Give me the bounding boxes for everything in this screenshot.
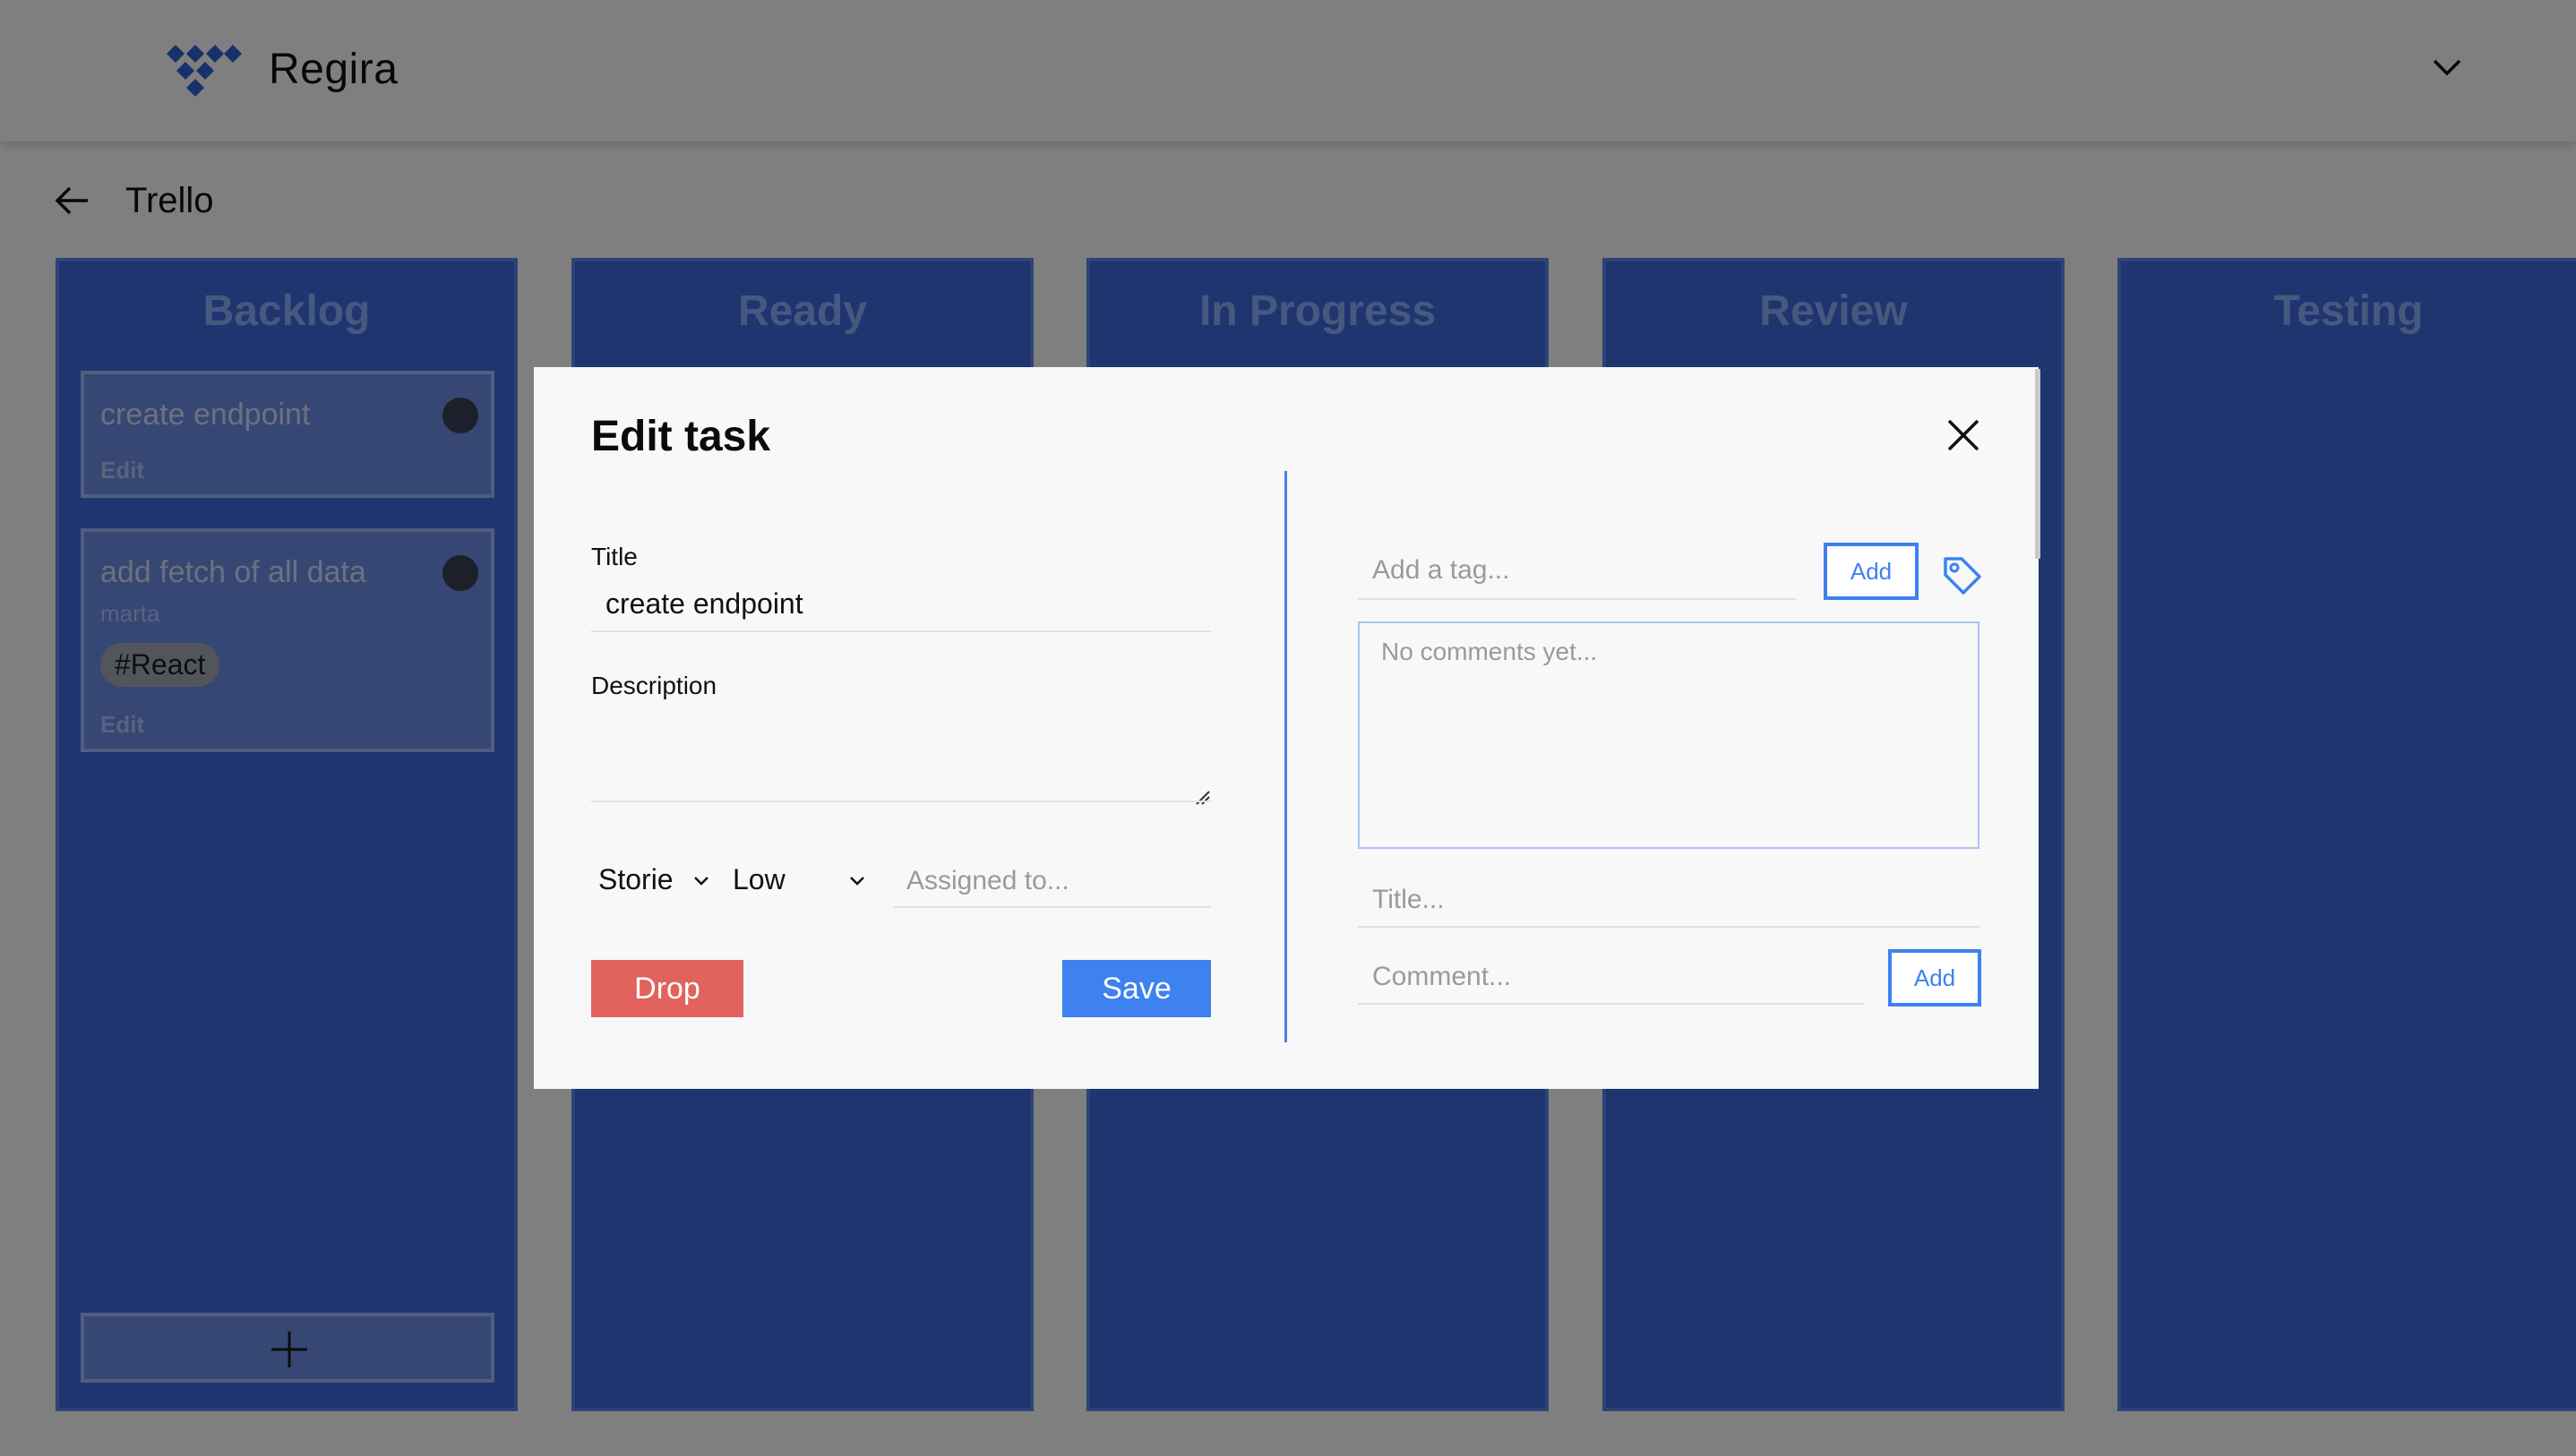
comment-input[interactable] [1358,951,1865,1003]
comment-title-input[interactable] [1358,874,1979,926]
description-textarea[interactable] [591,716,1211,806]
drop-button[interactable]: Drop [591,960,743,1017]
save-button[interactable]: Save [1062,960,1211,1017]
tag-input[interactable] [1358,544,1797,596]
type-select[interactable]: Storie [598,856,715,906]
add-tag-button[interactable]: Add [1824,543,1919,600]
resize-grip-icon[interactable] [1193,788,1211,806]
comment-underline [1358,1003,1865,1005]
close-icon[interactable] [1942,414,1985,457]
task-title-input[interactable] [591,580,1211,627]
description-underline [591,801,1211,802]
priority-select-value: Low [733,863,786,895]
comment-title-underline [1358,926,1979,928]
modal-title: Edit task [591,413,771,460]
chevron-down-icon [694,877,708,886]
priority-select[interactable]: Low [733,856,876,906]
tag-underline [1358,598,1797,600]
tag-icon[interactable] [1940,553,1983,596]
title-label: Title [591,543,638,570]
title-underline [591,630,1211,632]
comments-list[interactable] [1358,621,1979,849]
assigned-to-input[interactable] [894,856,1211,906]
add-comment-button[interactable]: Add [1888,949,1981,1006]
chevron-down-icon [850,877,864,886]
edit-task-modal: Edit task Title Description Storie Low D… [534,367,2039,1089]
assigned-underline [894,906,1211,908]
description-label: Description [591,672,717,699]
modal-divider [1284,471,1287,1042]
type-select-value: Storie [598,863,674,895]
modal-scrollbar[interactable] [2035,369,2040,559]
